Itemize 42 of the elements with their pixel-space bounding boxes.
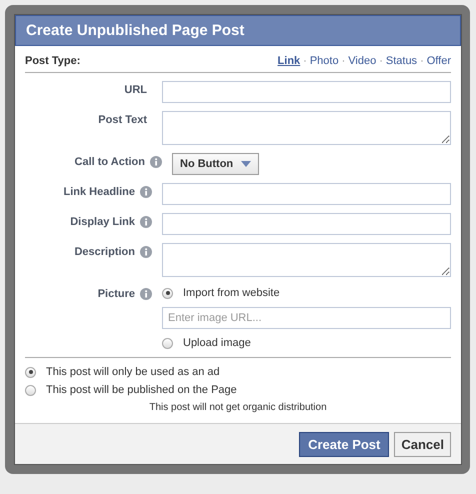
post-type-link[interactable]: Offer [426,55,451,67]
field-label: Post Text [98,114,147,126]
separator-dot: · [303,55,307,67]
field-label: Link Headline [63,186,135,198]
radio-button[interactable] [25,384,36,396]
field-label: URL [124,84,147,96]
separator-dot: · [420,55,424,67]
post-type-link[interactable]: Link [278,55,300,67]
radio-label: Import from website [183,287,280,299]
text-area[interactable] [162,243,451,277]
field-label: Display Link [70,216,135,228]
call-to-action-dropdown[interactable]: No Button [172,153,260,175]
distribution-note: This post will not get organic distribution [149,402,327,413]
cancel-button[interactable]: Cancel [394,432,451,457]
info-icon[interactable] [140,246,152,258]
text-field[interactable] [162,81,451,103]
info-icon[interactable] [140,288,152,300]
radio-button[interactable] [162,288,173,298]
field-label: Picture [98,288,135,300]
text-field[interactable] [162,213,451,235]
info-icon[interactable] [150,156,162,168]
field-label: Call to Action [74,156,145,168]
radio-button[interactable] [25,366,36,378]
separator-dot: · [342,55,346,67]
post-type-link[interactable]: Photo [310,55,339,67]
info-icon[interactable] [140,216,152,228]
radio-label: This post will be published on the Page [46,384,237,396]
field-label: Description [74,246,135,258]
image-url-field[interactable]: Enter image URL... [162,307,451,329]
post-type-link[interactable]: Status [386,55,418,67]
radio-label: Upload image [183,337,251,349]
dialog-title: Create Unpublished Page Post [15,15,461,46]
separator-dot: · [379,55,383,67]
post-type-link[interactable]: Video [348,55,376,67]
radio-button[interactable] [162,338,173,348]
caret-icon [241,161,252,167]
info-icon[interactable] [140,186,152,198]
post-type-label: Post Type: [25,55,80,67]
radio-label: This post will only be used as an ad [46,366,220,378]
text-field[interactable] [162,183,451,205]
text-area[interactable] [162,111,451,145]
create-post-button[interactable]: Create Post [299,432,390,457]
